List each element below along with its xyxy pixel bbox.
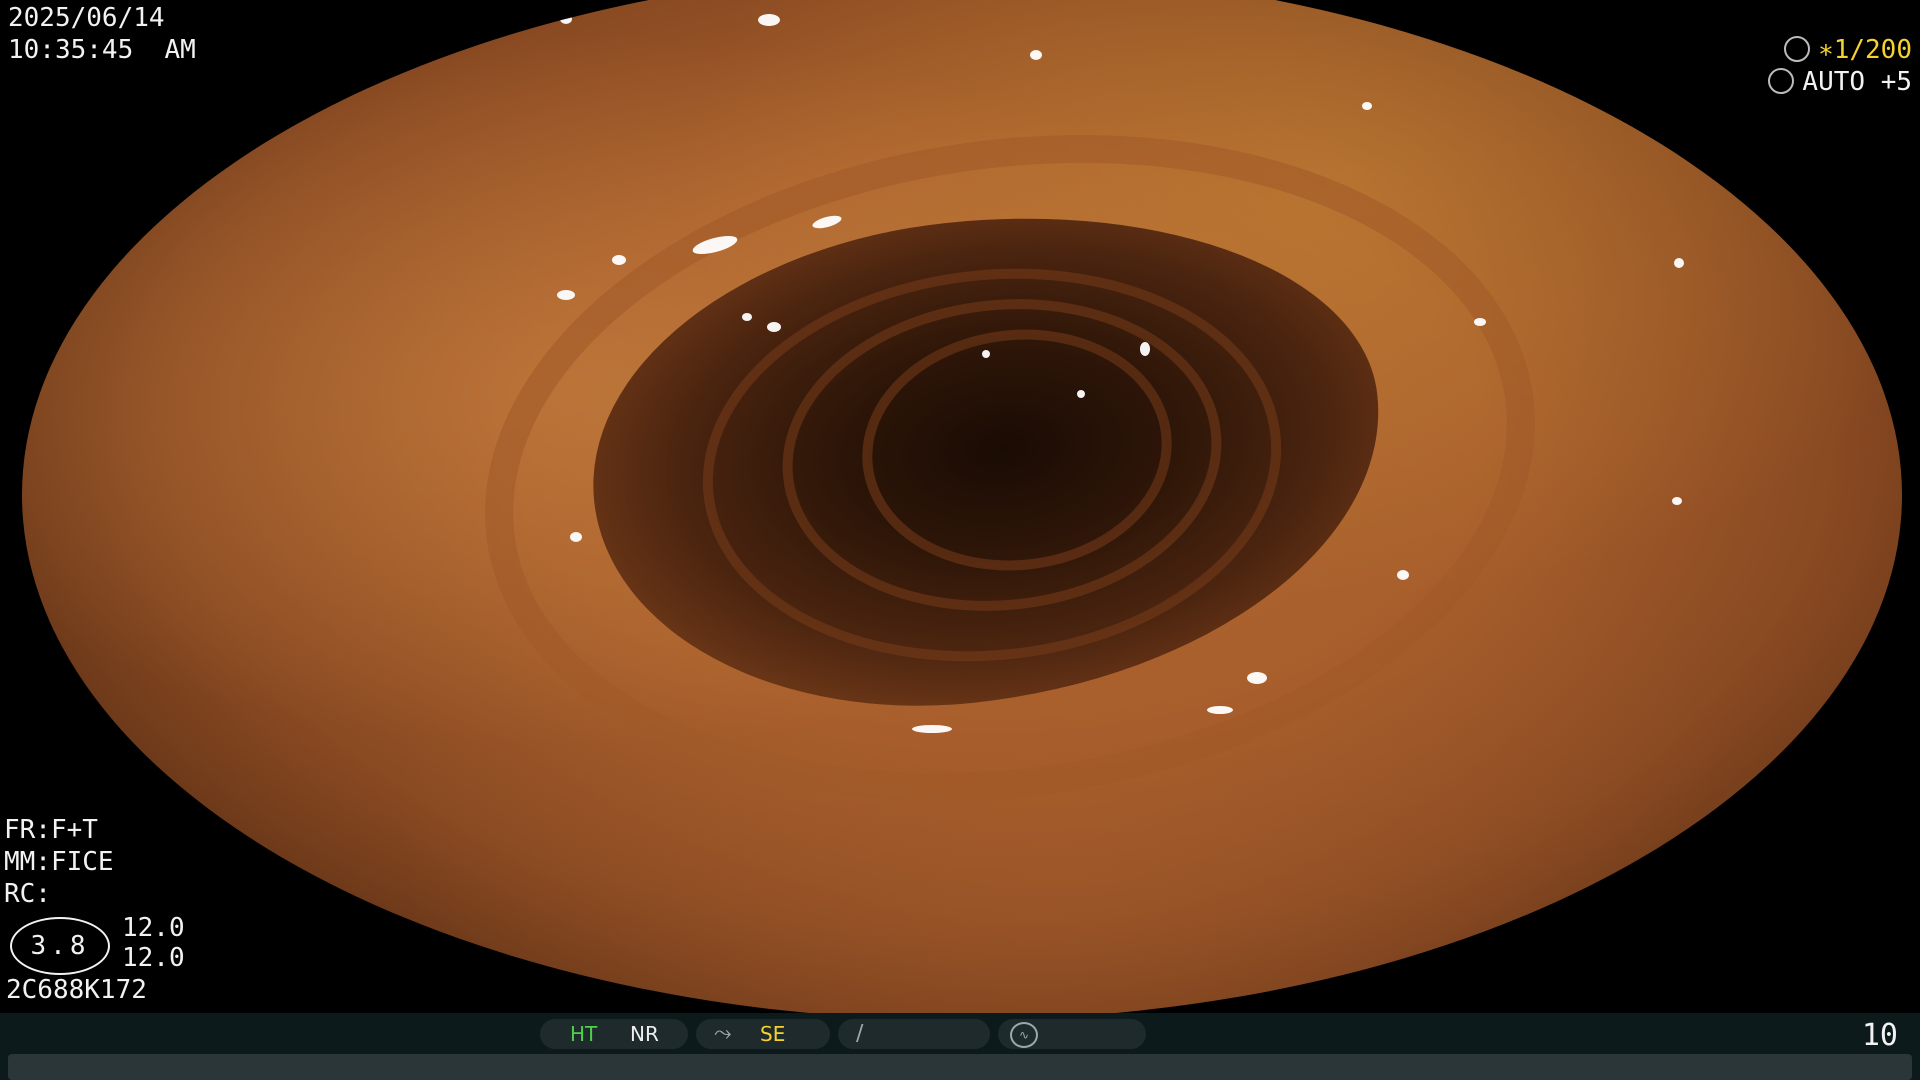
status-strip [8,1054,1912,1080]
scope-id: 2C688K172 [6,975,147,1005]
light-reflection [1674,258,1684,268]
curve-icon: ⤳ [714,1021,732,1046]
light-reflection [758,14,780,26]
light-reflection [912,725,952,733]
aperture-icon [1784,35,1811,62]
page-number: 10 [1861,1018,1898,1053]
waveform-indicator: ∿ [998,1019,1146,1049]
light-reflection [1140,342,1150,356]
zoom-indicator: 3.8 [10,917,110,975]
endoscope-image [22,0,1902,1020]
light-reflection [1397,570,1409,580]
endoscopy-screen: 2025/06/14 10:35:45 AM ∗1/200 AUTO +5 FR… [0,0,1920,1080]
light-reflection [612,255,626,265]
exposure-value: AUTO +5 [1802,67,1912,97]
light-reflection [1030,50,1042,60]
nr-label: NR [630,1022,659,1046]
light-reflection [560,14,572,24]
time-display: 10:35:45 AM [8,35,196,65]
date-display: 2025/06/14 [8,3,165,33]
shutter-speed-display: ∗1/200 [1784,34,1912,66]
waveform-icon: ∿ [1010,1022,1038,1048]
se-indicator: ⤳ SE [696,1019,830,1049]
light-reflection [1362,102,1372,110]
mm-setting: MM:FICE [4,847,114,877]
rc-setting: RC: [4,879,51,909]
shutter-prefix: ∗ [1818,35,1834,65]
setting-value-2: 12.0 [122,943,185,973]
exposure-display: AUTO +5 [1768,66,1912,98]
ht-label: HT [570,1022,598,1046]
slash-icon: ∕ [856,1021,864,1046]
light-reflection [767,322,781,332]
light-reflection [742,313,752,321]
light-reflection [570,532,582,542]
light-reflection [982,350,990,358]
light-reflection [1672,497,1682,505]
iris-icon [1768,67,1795,94]
fr-setting: FR:F+T [4,815,98,845]
light-reflection [557,290,575,300]
se-label: SE [760,1022,786,1046]
shutter-value: 1/200 [1833,35,1912,65]
mode-indicator: ∕ [838,1019,990,1049]
ht-nr-indicator: HT NR [540,1019,688,1049]
light-reflection [1207,706,1233,714]
light-reflection [1077,390,1085,398]
light-reflection [1474,318,1486,326]
light-reflection [1247,672,1267,684]
setting-value-1: 12.0 [122,913,185,943]
